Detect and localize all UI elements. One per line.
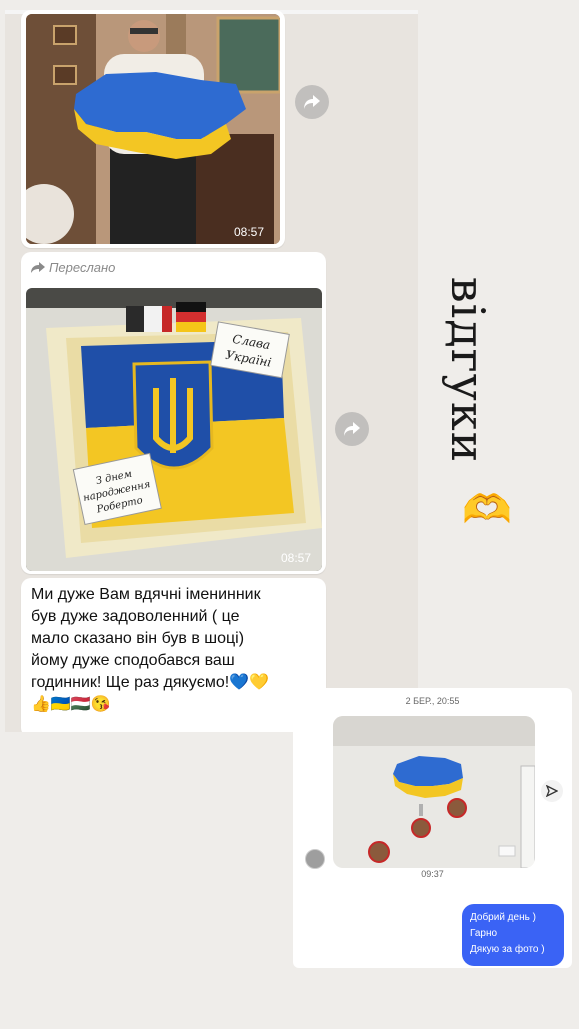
instagram-dm-card: 2 БЕР., 20:55 09:37 Добрий день ) Гарно … xyxy=(293,688,572,968)
reply-line: Добрий день ) xyxy=(470,912,536,923)
forwarded-text: Переслано xyxy=(49,260,116,275)
heart-hands-emoji: 🫶 xyxy=(462,488,512,532)
dm-time: 09:37 xyxy=(421,869,444,879)
text-message[interactable]: Ми дуже Вам вдячні іменинник був дуже за… xyxy=(21,578,326,732)
share-arrow-icon xyxy=(304,95,320,109)
share-arrow-icon xyxy=(344,422,360,436)
message-line: Ми дуже Вам вдячні іменинник xyxy=(31,586,261,603)
message-line: йому дуже сподобався ваш xyxy=(31,652,235,669)
send-icon xyxy=(546,785,558,797)
photo-ukraine-flag-cake[interactable]: Слава Україні З днем народження Роберто … xyxy=(26,288,322,571)
avatar[interactable] xyxy=(305,849,325,869)
forward-button-1[interactable] xyxy=(295,85,329,119)
reply-line: Дякую за фото ) xyxy=(470,944,545,955)
page-title: відгуки xyxy=(438,240,498,500)
dm-share-button[interactable] xyxy=(541,780,563,802)
reply-bubble[interactable]: Добрий день ) Гарно Дякую за фото ) xyxy=(462,904,564,966)
photo-time-1: 08:57 xyxy=(234,225,264,239)
message-line: годинник! Ще раз дякуємо!💙💛 xyxy=(31,674,270,691)
forward-arrow-icon xyxy=(31,261,45,273)
photo-message-1[interactable]: 08:57 xyxy=(21,10,285,248)
message-line: 👍🇺🇦🇭🇺😘 xyxy=(31,696,111,713)
photo-message-2[interactable]: Переслано Слава Україні З днем народженн… xyxy=(21,252,326,574)
dm-photo-wall-map[interactable] xyxy=(333,716,535,868)
forward-button-2[interactable] xyxy=(335,412,369,446)
forwarded-label: Переслано xyxy=(31,260,115,275)
message-line: був дуже задоволенний ( це xyxy=(31,608,240,625)
message-line: мало сказано він був в шоці) xyxy=(31,630,245,647)
reply-line: Гарно xyxy=(470,928,498,939)
title-text: відгуки xyxy=(441,276,495,464)
whatsapp-chat-panel: 08:57 Переслано Слава Україні З днем нар… xyxy=(5,10,418,732)
dm-date: 2 БЕР., 20:55 xyxy=(405,696,460,706)
photo-time-2: 08:57 xyxy=(281,551,311,565)
photo-man-with-map-cake[interactable]: 08:57 xyxy=(26,14,280,244)
message-body: Ми дуже Вам вдячні іменинник був дуже за… xyxy=(31,584,326,716)
